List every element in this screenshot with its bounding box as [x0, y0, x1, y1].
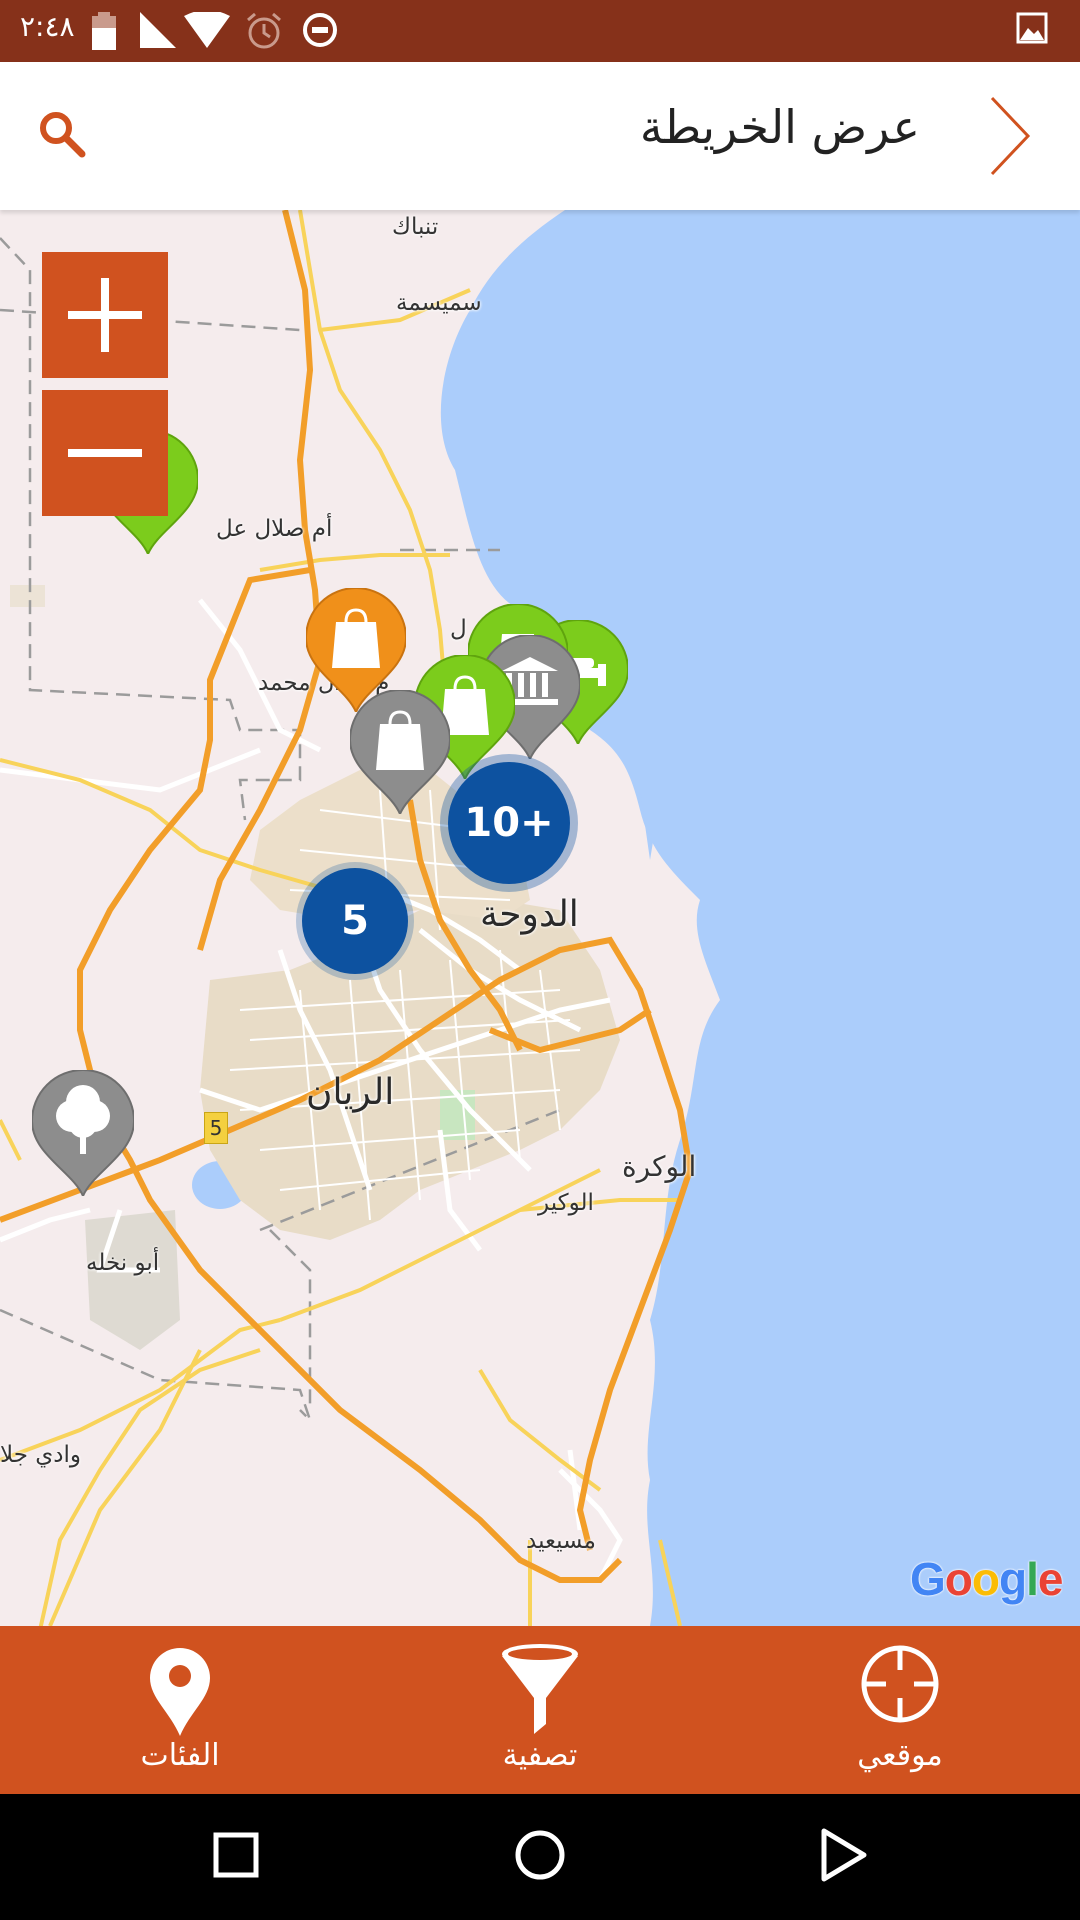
map-label-partial: ل	[450, 616, 467, 642]
nav-categories-label: الفئات	[140, 1738, 220, 1773]
map-label-tunbak: تنباك	[392, 214, 439, 240]
signal-icon	[140, 12, 176, 48]
map-label-sumaisma: سميسمة	[396, 290, 482, 316]
funnel-icon	[502, 1644, 578, 1734]
route-shield: 5	[204, 1112, 228, 1144]
map-label-wukair: الوكير	[538, 1190, 594, 1216]
map-label-abu-nakhla: أبو نخله	[86, 1250, 160, 1276]
bottom-nav: الفئات تصفية موقعي	[0, 1626, 1080, 1794]
do-not-disturb-icon	[303, 13, 337, 47]
wifi-icon	[184, 12, 230, 48]
system-nav-bar	[0, 1794, 1080, 1920]
page-title: عرض الخريطة	[639, 100, 920, 154]
nav-filter-label: تصفية	[502, 1738, 578, 1773]
alarm-icon	[247, 12, 281, 49]
map-label-umm-salal: أم صلال عل	[216, 516, 333, 542]
chevron-right-icon	[990, 96, 1031, 176]
status-bar: ٢:٤٨	[0, 0, 1080, 62]
map-label-doha: الدوحة	[480, 894, 579, 935]
nav-my-location-label: موقعي	[857, 1738, 943, 1773]
plus-icon	[68, 278, 142, 352]
cluster-10-plus[interactable]: 10+	[448, 762, 570, 884]
image-icon	[1016, 12, 1048, 44]
nav-filter[interactable]: تصفية	[410, 1626, 670, 1794]
back-icon[interactable]	[818, 1827, 868, 1887]
home-icon[interactable]	[512, 1827, 568, 1887]
shopping-pin-gray[interactable]	[350, 690, 450, 814]
minus-icon	[68, 449, 142, 457]
app-bar: عرض الخريطة	[0, 62, 1080, 210]
map-label-wadi-jallal: وادي جلا	[0, 1442, 81, 1468]
map-label-wakra: الوكرة	[622, 1150, 697, 1183]
nav-categories[interactable]: الفئات	[50, 1626, 310, 1794]
nav-my-location[interactable]: موقعي	[770, 1626, 1030, 1794]
cluster-5[interactable]: 5	[302, 868, 408, 974]
battery-icon	[92, 12, 116, 50]
recents-icon[interactable]	[212, 1827, 260, 1887]
map-label-mesaieed: مسيعيد	[526, 1528, 596, 1554]
zoom-in-button[interactable]	[42, 252, 168, 378]
crosshair-icon	[861, 1645, 939, 1723]
zoom-out-button[interactable]	[42, 390, 168, 516]
park-pin[interactable]	[32, 1070, 134, 1196]
status-time: ٢:٤٨	[20, 10, 75, 43]
google-attribution: Google	[910, 1553, 1063, 1605]
back-button[interactable]	[988, 96, 1032, 180]
search-button[interactable]	[36, 108, 88, 164]
map-pin-icon	[150, 1648, 210, 1736]
map-view[interactable]: تنباك سميسمة أم صلال عل م صلال محمد ل ال…	[0, 210, 1080, 1626]
map-label-rayyan: الريان	[306, 1072, 395, 1113]
search-icon	[40, 112, 86, 158]
